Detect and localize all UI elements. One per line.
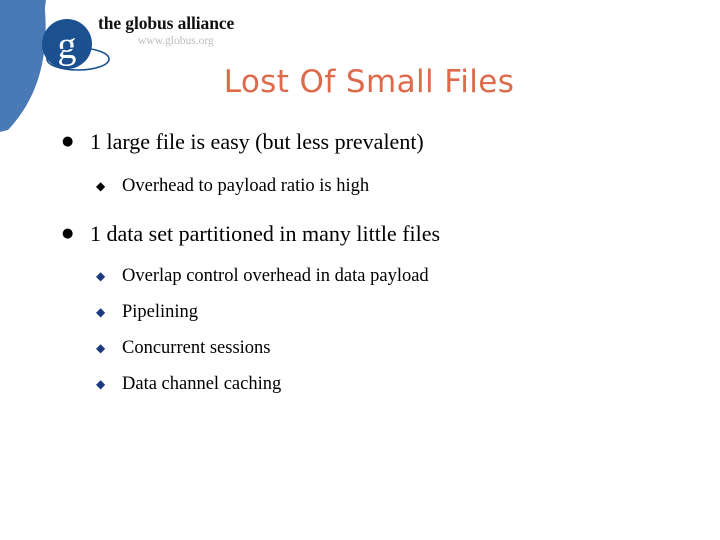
- bullet-level2-text: Data channel caching: [122, 374, 282, 394]
- bullet-level2-text: Overhead to payload ratio is high: [122, 176, 370, 196]
- bullet-diamond-icon: ◆: [96, 305, 106, 319]
- bullet-circle-icon: ●: [62, 226, 74, 241]
- bullet-level1: ● 1 large file is easy (but less prevale…: [0, 128, 720, 156]
- bullet-level2-text: Overlap control overhead in data payload: [122, 266, 429, 286]
- bullet-level2-text: Pipelining: [122, 302, 199, 322]
- bullet-level2: ◆ Concurrent sessions: [0, 336, 720, 360]
- svg-text:g: g: [58, 25, 77, 67]
- bullet-diamond-icon: ◆: [96, 179, 106, 193]
- bullet-level2: ◆ Overlap control overhead in data paylo…: [0, 264, 720, 288]
- slide-body: ● 1 large file is easy (but less prevale…: [0, 128, 720, 396]
- bullet-diamond-icon: ◆: [96, 341, 106, 355]
- bullet-level1-text: 1 data set partitioned in many little fi…: [90, 221, 441, 246]
- brand-text: the globus alliance www.globus.org: [98, 14, 288, 48]
- bullet-level1: ● 1 data set partitioned in many little …: [0, 220, 720, 248]
- bullet-level2: ◆ Overhead to payload ratio is high: [0, 174, 720, 198]
- bullet-diamond-icon: ◆: [96, 269, 106, 283]
- bullet-level1-text: 1 large file is easy (but less prevalent…: [90, 129, 424, 154]
- bullet-diamond-icon: ◆: [96, 377, 106, 391]
- bullet-level2: ◆ Data channel caching: [0, 372, 720, 396]
- brand-url: www.globus.org: [138, 35, 214, 47]
- bullet-group: ● 1 large file is easy (but less prevale…: [0, 128, 720, 198]
- brand-name: the globus alliance: [98, 13, 235, 33]
- bullet-level2: ◆ Pipelining: [0, 300, 720, 324]
- bullet-circle-icon: ●: [62, 134, 74, 149]
- bullet-group: ● 1 data set partitioned in many little …: [0, 220, 720, 396]
- bullet-level2-text: Concurrent sessions: [122, 338, 271, 358]
- page-title: Lost Of Small Files: [223, 64, 515, 100]
